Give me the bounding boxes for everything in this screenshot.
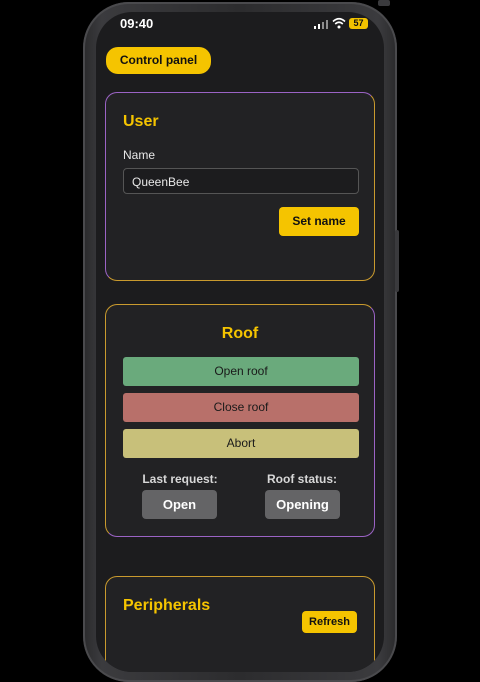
- close-roof-button[interactable]: Close roof: [123, 393, 359, 422]
- roof-status-label: Roof status:: [267, 472, 337, 486]
- phone-top-edge: [378, 0, 390, 6]
- open-roof-button[interactable]: Open roof: [123, 357, 359, 386]
- signal-icon: [314, 19, 328, 29]
- user-card-title: User: [123, 113, 159, 130]
- last-request-value: Open: [142, 490, 217, 519]
- status-time: 09:40: [120, 16, 154, 31]
- status-bar: 09:40 57: [96, 12, 384, 36]
- name-label: Name: [123, 148, 156, 162]
- refresh-button[interactable]: Refresh: [302, 611, 357, 633]
- roof-card-title: Roof: [221, 325, 259, 342]
- user-card: User Name QueenBee Set name: [105, 92, 375, 281]
- phone-screen: 09:40 57 Control panel User Name QueenBe…: [96, 12, 384, 672]
- set-name-button[interactable]: Set name: [279, 207, 359, 236]
- roof-card: Roof Open roof Close roof Abort Last req…: [105, 304, 375, 537]
- name-input[interactable]: QueenBee: [123, 168, 359, 194]
- control-panel-chip[interactable]: Control panel: [106, 47, 211, 74]
- phone-side-button: [395, 230, 399, 292]
- roof-status-value: Opening: [265, 490, 340, 519]
- wifi-icon: [332, 17, 346, 29]
- last-request-label: Last request:: [142, 472, 218, 486]
- battery-icon: 57: [349, 18, 368, 29]
- peripherals-card-title: Peripherals: [123, 597, 211, 614]
- abort-button[interactable]: Abort: [123, 429, 359, 458]
- peripherals-card: Peripherals Refresh: [105, 576, 375, 672]
